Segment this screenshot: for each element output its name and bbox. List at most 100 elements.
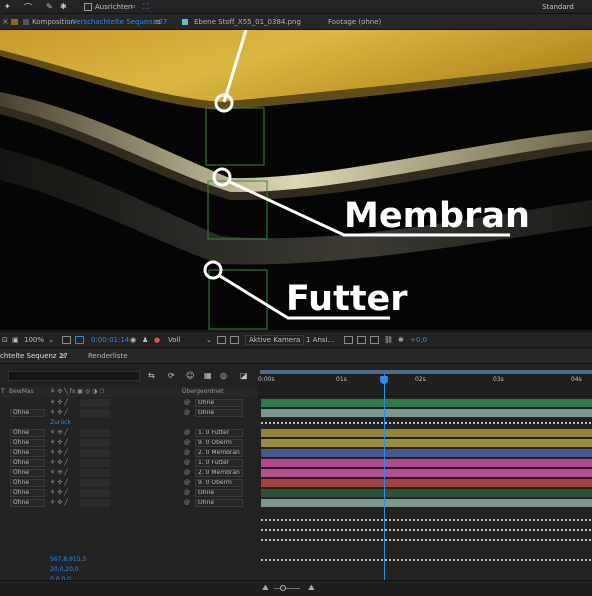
channel-icon[interactable]: ● xyxy=(154,336,160,344)
blend-mode-select[interactable]: Ohne xyxy=(10,409,45,417)
resolution-chevron-icon[interactable]: ⌄ xyxy=(206,336,212,344)
scale-value[interactable]: 20,0,20,0 xyxy=(50,566,79,573)
layer-duration-bar[interactable] xyxy=(261,409,592,417)
parent-select[interactable]: 2. 0 Membran xyxy=(195,449,243,457)
flowchart-icon[interactable]: ⛓ xyxy=(384,336,393,344)
pickwhip-icon[interactable]: @ xyxy=(184,439,190,446)
layer-switch-boxes[interactable] xyxy=(80,439,110,447)
camera-select[interactable]: Aktive Kamera xyxy=(245,335,305,345)
motion-blur-icon[interactable]: ◎ xyxy=(220,371,227,380)
layer-switch-boxes[interactable] xyxy=(80,479,110,487)
tab-render-queue[interactable]: Renderliste xyxy=(88,352,128,360)
keyframe-track[interactable] xyxy=(261,559,592,561)
layer-search-input[interactable] xyxy=(8,371,140,381)
zoom-in-icon[interactable]: ⛰ xyxy=(308,583,315,593)
parent-select[interactable]: 1. 0 Futter xyxy=(195,429,243,437)
close-icon[interactable]: × xyxy=(2,17,9,26)
keyframe-track[interactable] xyxy=(261,539,592,541)
pickwhip-icon[interactable]: @ xyxy=(184,469,190,476)
fast-preview-icon[interactable] xyxy=(357,336,366,344)
parent-select[interactable]: 9. 0 Oberm xyxy=(195,479,243,487)
layer-row[interactable]: ⚘ ✣ ╱ @ Ohne xyxy=(0,398,258,408)
playhead-handle[interactable] xyxy=(380,376,388,384)
tab-composition-prefix[interactable]: Komposition xyxy=(32,18,75,26)
playhead-line[interactable] xyxy=(384,374,385,584)
shy-icon[interactable]: ☺ xyxy=(186,371,194,380)
blend-mode-select[interactable]: Ohne xyxy=(10,449,45,457)
pickwhip-icon[interactable]: @ xyxy=(184,399,190,406)
layer-row[interactable]: Zurück xyxy=(0,418,258,428)
pickwhip-icon[interactable]: @ xyxy=(184,459,190,466)
layer-switches-icon[interactable]: ⚘ ✣ ╱ xyxy=(50,439,68,446)
brush-icon[interactable]: ✎ xyxy=(46,2,53,11)
views-select[interactable]: 1 Ansi… xyxy=(306,336,335,344)
parent-select[interactable]: Ohne xyxy=(195,399,243,407)
parent-select[interactable]: 9. 0 Oberm xyxy=(195,439,243,447)
parent-select[interactable]: Ohne xyxy=(195,409,243,417)
snap-icon[interactable]: ⌗ xyxy=(131,2,136,12)
layer-switches-icon[interactable]: ⚘ ✣ ╱ xyxy=(50,449,68,456)
layer-switches-icon[interactable]: ⚘ ✣ ╱ xyxy=(50,409,68,416)
draft-3d-icon[interactable]: ⟳ xyxy=(168,371,175,380)
layer-duration-bar[interactable] xyxy=(261,429,592,437)
layer-switches-icon[interactable]: ⚘ ✣ ╱ xyxy=(50,399,68,406)
keyframe-track[interactable] xyxy=(261,519,592,521)
preview-icon[interactable]: ▣ xyxy=(12,336,19,344)
layer-switch-boxes[interactable] xyxy=(80,459,110,467)
zoom-slider[interactable] xyxy=(274,588,300,589)
timeline-icon[interactable] xyxy=(370,336,379,344)
zoom-chevron-icon[interactable]: ⌄ xyxy=(48,336,54,344)
layer-duration-bar[interactable] xyxy=(261,459,592,467)
layer-switches-icon[interactable]: ⚘ ✣ ╱ xyxy=(50,459,68,466)
layer-row[interactable]: Ohne ⚘ ✣ ╱ @9. 0 Oberm xyxy=(0,438,258,448)
grid-toggle-icon[interactable] xyxy=(62,336,71,344)
layer-switch-boxes[interactable] xyxy=(80,429,110,437)
region-toggle-icon[interactable] xyxy=(75,336,84,344)
exposure-value[interactable]: +0,0 xyxy=(410,336,427,344)
timecode-display[interactable]: 0:00:01:14 xyxy=(91,336,129,344)
pickwhip-icon[interactable]: @ xyxy=(184,429,190,436)
layer-duration-bar[interactable] xyxy=(261,479,592,487)
pixel-aspect-icon[interactable] xyxy=(344,336,353,344)
frame-blend-icon[interactable]: ▦ xyxy=(204,371,212,380)
puppet-icon[interactable]: ✱ xyxy=(60,2,67,11)
parent-select[interactable]: 2. 0 Membran xyxy=(195,469,243,477)
tab-footage[interactable]: Footage (ohne) xyxy=(328,18,381,26)
layer-switches-icon[interactable]: ⚘ ✣ ╱ xyxy=(50,469,68,476)
layer-duration-bar[interactable] xyxy=(261,449,592,457)
layer-row[interactable]: Ohne ⚘ ✣ ╱ @ Ohne xyxy=(0,408,258,418)
lock-icon[interactable] xyxy=(11,19,18,25)
layer-switch-boxes[interactable] xyxy=(80,409,110,417)
blend-mode-select[interactable]: Ohne xyxy=(10,459,45,467)
pickwhip-icon[interactable]: @ xyxy=(184,449,190,456)
layer-row[interactable]: Ohne ⚘ ✣ ╱ @1. 0 Futter xyxy=(0,458,258,468)
time-ruler[interactable]: 0:00s 01s 02s 03s 04s xyxy=(258,374,592,397)
group-back-label[interactable]: Zurück xyxy=(50,419,71,426)
layer-switch-boxes[interactable] xyxy=(80,489,110,497)
tab-menu-icon[interactable]: ≡ xyxy=(155,18,161,26)
parent-select[interactable]: 1. 0 Futter xyxy=(195,459,243,467)
zoom-slider-handle[interactable] xyxy=(280,585,286,591)
pickwhip-icon[interactable]: @ xyxy=(184,409,190,416)
composition-viewer[interactable]: Membran Futter xyxy=(0,30,592,330)
pickwhip-icon[interactable]: @ xyxy=(184,479,190,486)
snapshot-icon[interactable]: ◉ xyxy=(130,336,136,344)
zoom-select[interactable]: 100% xyxy=(24,336,44,344)
layer-duration-bar[interactable] xyxy=(261,489,592,497)
workspace-label[interactable]: Standard xyxy=(542,3,574,11)
zoom-out-icon[interactable]: ⛰ xyxy=(262,583,269,593)
blend-mode-select[interactable]: Ohne xyxy=(10,489,45,497)
layer-switch-boxes[interactable] xyxy=(80,449,110,457)
layer-switch-boxes[interactable] xyxy=(80,399,110,407)
blend-mode-select[interactable]: Ohne xyxy=(10,499,45,507)
layer-switches-icon[interactable]: ⚘ ✣ ╱ xyxy=(50,429,68,436)
blend-mode-select[interactable]: Ohne xyxy=(10,479,45,487)
blend-mode-select[interactable]: Ohne xyxy=(10,429,45,437)
pickwhip-icon[interactable]: @ xyxy=(184,499,190,506)
layer-row[interactable]: Ohne ⚘ ✣ ╱ @ Ohne xyxy=(0,488,258,498)
layer-row[interactable]: Ohne ⚘ ✣ ╱ @2. 0 Membran xyxy=(0,448,258,458)
transparency-grid-icon[interactable] xyxy=(230,336,239,344)
layer-duration-bar[interactable] xyxy=(261,439,592,447)
always-preview-icon[interactable]: ⊡ xyxy=(2,336,8,344)
keyframe-track[interactable] xyxy=(261,529,592,531)
